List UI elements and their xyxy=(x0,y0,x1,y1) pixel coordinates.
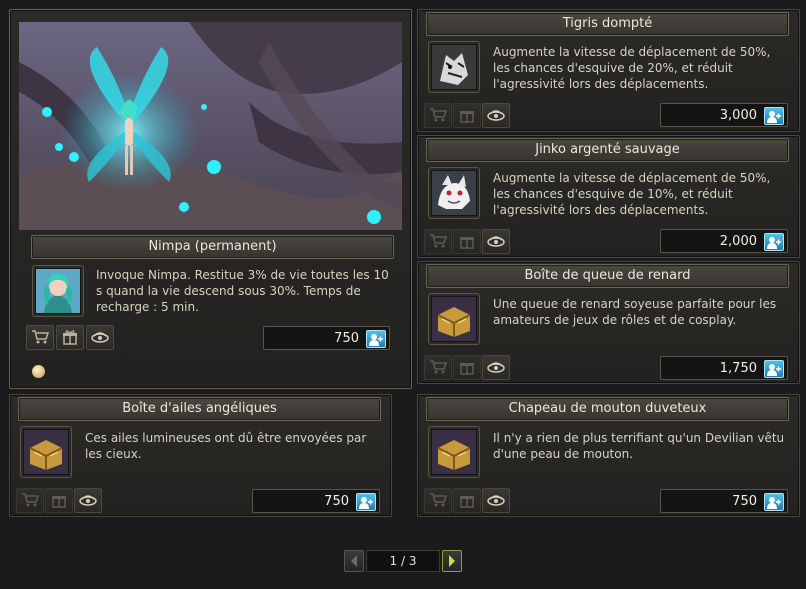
cart-icon xyxy=(32,330,49,344)
carousel-indicator[interactable] xyxy=(32,365,45,378)
white-beast-mount-icon xyxy=(428,167,480,219)
price-value: 750 xyxy=(334,331,359,346)
cart-icon xyxy=(430,234,447,248)
chevron-right-icon xyxy=(449,555,455,567)
gift-icon xyxy=(63,330,77,345)
cart-icon xyxy=(22,493,39,507)
gift-button[interactable] xyxy=(45,488,73,513)
item-price: 1,750 xyxy=(660,356,788,380)
cart-button[interactable] xyxy=(424,355,452,380)
preview-button[interactable] xyxy=(482,103,510,128)
cart-button[interactable] xyxy=(424,488,452,513)
preview-button[interactable] xyxy=(86,325,114,350)
gift-icon xyxy=(460,496,474,508)
gift-button[interactable] xyxy=(453,229,481,254)
price-value: 1,750 xyxy=(719,361,757,376)
pagination: 1 / 3 xyxy=(344,550,462,572)
treasure-box-icon xyxy=(428,426,480,478)
gift-icon xyxy=(460,111,474,123)
wardrobe-preview-icon xyxy=(79,495,97,506)
gift-button[interactable] xyxy=(453,103,481,128)
currency-icon xyxy=(356,493,376,511)
currency-icon xyxy=(764,233,784,251)
item-description: Une queue de renard soyeuse parfaite pou… xyxy=(493,297,777,327)
gift-button[interactable] xyxy=(56,325,84,350)
gift-icon xyxy=(52,496,66,508)
cart-icon xyxy=(430,493,447,507)
item-description: Augmente la vitesse de déplacement de 50… xyxy=(493,45,771,91)
wardrobe-preview-icon xyxy=(487,110,505,121)
item-title: Boîte de queue de renard xyxy=(426,264,789,288)
treasure-box-icon xyxy=(20,426,72,478)
wardrobe-preview-icon xyxy=(487,362,505,373)
wardrobe-preview-icon xyxy=(487,236,505,247)
item-title: Jinko argenté sauvage xyxy=(426,138,789,162)
cart-button[interactable] xyxy=(424,103,452,128)
item-price: 3,000 xyxy=(660,103,788,127)
cart-button[interactable] xyxy=(16,488,44,513)
featured-item-title: Nimpa (permanent) xyxy=(31,235,394,259)
next-page-button[interactable] xyxy=(442,550,462,572)
gift-button[interactable] xyxy=(453,488,481,513)
price-value: 750 xyxy=(732,494,757,509)
treasure-box-icon xyxy=(428,293,480,345)
item-price: 750 xyxy=(660,489,788,513)
cart-icon xyxy=(430,108,447,122)
currency-icon xyxy=(764,493,784,511)
wardrobe-preview-icon xyxy=(91,332,109,343)
item-title: Tigris dompté xyxy=(426,12,789,36)
item-description: Ces ailes lumineuses ont dû être envoyée… xyxy=(85,431,367,461)
prev-page-button[interactable] xyxy=(344,550,364,572)
fairy-portrait-icon xyxy=(32,265,84,317)
currency-icon xyxy=(764,360,784,378)
item-title: Chapeau de mouton duveteux xyxy=(426,397,789,421)
item-price: 2,000 xyxy=(660,229,788,253)
chevron-left-icon xyxy=(351,555,357,567)
featured-item-description: Invoque Nimpa. Restitue 3% de vie toutes… xyxy=(96,268,389,314)
item-title: Boîte d'ailes angéliques xyxy=(18,397,381,421)
preview-button[interactable] xyxy=(74,488,102,513)
preview-button[interactable] xyxy=(482,229,510,254)
gift-icon xyxy=(460,363,474,375)
cart-button[interactable] xyxy=(424,229,452,254)
featured-price: 750 xyxy=(263,326,390,350)
item-price: 750 xyxy=(252,489,380,513)
cart-icon xyxy=(430,360,447,374)
tiger-mount-icon xyxy=(428,41,480,93)
preview-button[interactable] xyxy=(482,488,510,513)
price-value: 750 xyxy=(324,494,349,509)
price-value: 3,000 xyxy=(719,108,757,123)
page-indicator: 1 / 3 xyxy=(366,550,440,572)
item-description: Augmente la vitesse de déplacement de 50… xyxy=(493,171,771,217)
wardrobe-preview-icon xyxy=(487,495,505,506)
item-description: Il n'y a rien de plus terrifiant qu'un D… xyxy=(493,431,785,461)
cart-button[interactable] xyxy=(26,325,54,350)
preview-image xyxy=(19,22,402,230)
currency-icon xyxy=(366,330,386,348)
currency-icon xyxy=(764,107,784,125)
gift-button[interactable] xyxy=(453,355,481,380)
price-value: 2,000 xyxy=(719,234,757,249)
preview-button[interactable] xyxy=(482,355,510,380)
gift-icon xyxy=(460,237,474,249)
